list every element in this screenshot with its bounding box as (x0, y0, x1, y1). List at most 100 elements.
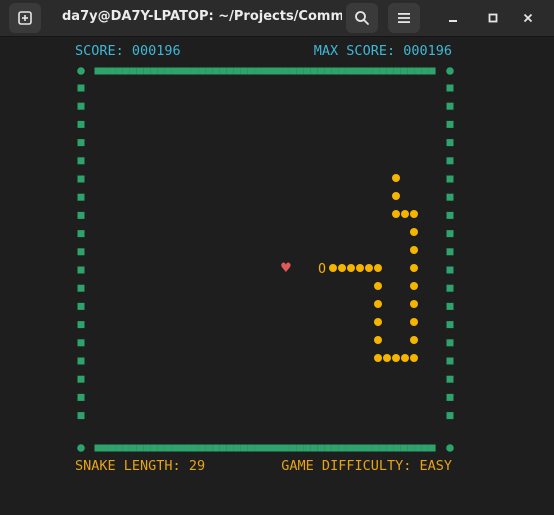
window-title: da7y@DA7Y-LPATOP: ~/Projects/Comma... (62, 9, 342, 24)
wall-block (407, 67, 415, 75)
wall-block (338, 67, 346, 75)
snake-segment (374, 264, 382, 272)
wall-block (446, 193, 454, 201)
wall-block (77, 339, 85, 347)
minimize-icon (449, 20, 457, 22)
difficulty-display: GAME DIFFICULTY: EASY (281, 458, 452, 474)
wall-block (184, 67, 192, 75)
wall-block (317, 67, 325, 75)
wall-block (191, 444, 199, 452)
wall-block (233, 67, 241, 75)
snake-segment (338, 264, 346, 272)
snake-segment (392, 210, 400, 218)
search-button[interactable] (346, 3, 378, 33)
wall-block (261, 67, 269, 75)
maximize-button[interactable] (481, 6, 505, 30)
wall-block (77, 84, 85, 92)
wall-block (198, 67, 206, 75)
wall-block (289, 67, 297, 75)
wall-block (136, 444, 144, 452)
wall-block (219, 67, 227, 75)
game-walls (77, 67, 454, 452)
wall-block (191, 67, 199, 75)
snake-segment (410, 300, 418, 308)
wall-block (77, 266, 85, 274)
wall-block (178, 444, 186, 452)
wall-block (77, 102, 85, 110)
snake (329, 174, 418, 362)
wall-block (400, 444, 408, 452)
wall-block (129, 67, 137, 75)
wall-block (261, 444, 269, 452)
wall-block (77, 157, 85, 165)
wall-block (77, 393, 85, 401)
wall-block (446, 321, 454, 329)
food-heart: ♥ (280, 261, 292, 276)
wall-block (372, 444, 380, 452)
game-board: ♥ O (77, 67, 454, 452)
wall-block (77, 412, 85, 420)
wall-block (365, 444, 373, 452)
snake-length-display: SNAKE LENGTH: 29 (75, 458, 205, 474)
wall-block (77, 375, 85, 383)
wall-block (101, 444, 109, 452)
snake-segment (410, 318, 418, 326)
new-tab-button[interactable] (9, 3, 41, 33)
wall-block (77, 284, 85, 292)
wall-block (198, 444, 206, 452)
close-icon (523, 13, 533, 23)
wall-block (143, 444, 151, 452)
wall-block (212, 444, 220, 452)
wall-block (379, 444, 387, 452)
close-button[interactable] (516, 6, 540, 30)
snake-segment (383, 354, 391, 362)
wall-corner (77, 67, 85, 75)
snake-segment (374, 318, 382, 326)
snake-segment (392, 174, 400, 182)
wall-block (446, 211, 454, 219)
wall-block (205, 444, 213, 452)
wall-block (446, 120, 454, 128)
new-tab-icon (18, 11, 32, 25)
wall-block (247, 67, 255, 75)
wall-block (164, 67, 172, 75)
wall-block (150, 444, 158, 452)
wall-block (122, 444, 130, 452)
wall-block (247, 444, 255, 452)
wall-block (77, 193, 85, 201)
wall-block (324, 67, 332, 75)
menu-button[interactable] (388, 3, 420, 33)
snake-segment (401, 354, 409, 362)
wall-block (446, 393, 454, 401)
wall-block (94, 67, 102, 75)
minimize-button[interactable] (441, 6, 465, 30)
wall-block (303, 444, 311, 452)
wall-block (365, 67, 373, 75)
wall-block (358, 444, 366, 452)
wall-block (446, 230, 454, 238)
wall-block (393, 444, 401, 452)
wall-block (393, 67, 401, 75)
snake-segment (392, 192, 400, 200)
wall-corner (446, 444, 454, 452)
snake-segment (410, 264, 418, 272)
wall-block (446, 339, 454, 347)
snake-segment (410, 282, 418, 290)
wall-block (178, 67, 186, 75)
wall-block (282, 67, 290, 75)
wall-block (129, 444, 137, 452)
wall-block (136, 67, 144, 75)
wall-block (358, 67, 366, 75)
wall-block (77, 302, 85, 310)
wall-block (446, 175, 454, 183)
wall-block (446, 357, 454, 365)
wall-block (219, 444, 227, 452)
wall-block (414, 444, 422, 452)
wall-block (212, 67, 220, 75)
snake-segment (410, 354, 418, 362)
wall-block (414, 67, 422, 75)
wall-block (428, 444, 436, 452)
wall-block (77, 211, 85, 219)
wall-block (157, 444, 165, 452)
wall-block (421, 444, 429, 452)
